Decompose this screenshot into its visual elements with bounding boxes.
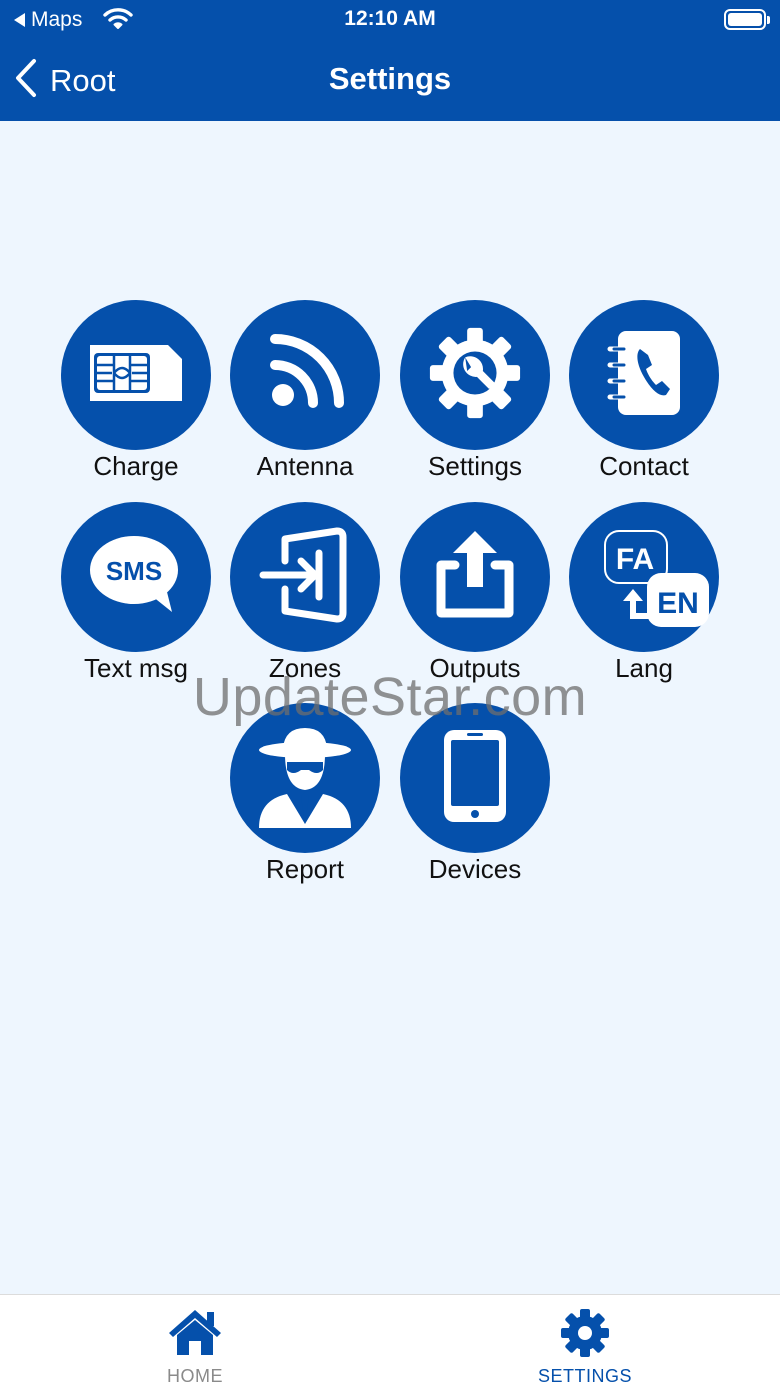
- contact-book-icon: [604, 327, 684, 424]
- tile-antenna[interactable]: Antenna: [230, 300, 380, 490]
- status-bar: Maps 12:10 AM: [0, 0, 780, 40]
- language-switch-icon: FA EN: [579, 515, 709, 640]
- tile-charge[interactable]: Charge: [61, 300, 211, 490]
- tab-settings-label: SETTINGS: [537, 1366, 632, 1386]
- tile-report[interactable]: Report: [230, 703, 380, 893]
- tab-settings[interactable]: SETTINGS: [485, 1295, 685, 1387]
- tile-label: Lang: [615, 653, 673, 683]
- tile-zones[interactable]: Zones: [230, 502, 380, 692]
- tile-label: Devices: [428, 854, 522, 884]
- lang-icon-text-b: EN: [657, 587, 699, 620]
- settings-grid: [0, 121, 780, 1294]
- tile-label: Text msg: [83, 653, 189, 683]
- tile-label: Outputs: [429, 653, 521, 683]
- sim-card-icon: [86, 341, 186, 410]
- tile-label: Contact: [599, 451, 689, 481]
- tile-label: Charge: [93, 451, 179, 481]
- lang-icon-text-a: FA: [616, 543, 654, 576]
- tile-settings[interactable]: Settings: [400, 300, 550, 490]
- tab-home-label: HOME: [167, 1366, 223, 1386]
- tablet-icon: [440, 726, 510, 831]
- battery-icon: [724, 9, 770, 30]
- rss-antenna-icon: [265, 333, 345, 418]
- zone-enter-icon: [255, 525, 355, 630]
- tile-contact[interactable]: Contact: [569, 300, 719, 490]
- upload-tray-icon: [427, 527, 523, 628]
- sms-bubble-icon: SMS: [86, 530, 186, 625]
- gear-icon: [485, 1307, 685, 1359]
- tile-label: Zones: [268, 653, 342, 683]
- page-title: Settings: [328, 61, 452, 96]
- home-icon: [95, 1307, 295, 1357]
- tile-label: Settings: [428, 451, 522, 481]
- navigation-bar: Root Settings: [0, 40, 780, 121]
- tile-label: Antenna: [256, 451, 354, 481]
- tab-bar: HOME SETTINGS: [0, 1294, 780, 1387]
- spy-agent-icon: [255, 724, 355, 833]
- status-time: 12:10 AM: [344, 7, 436, 30]
- tile-label: Report: [265, 854, 345, 884]
- gear-wrench-icon: [426, 324, 524, 427]
- tile-devices[interactable]: Devices: [400, 703, 550, 893]
- tab-home[interactable]: HOME: [95, 1295, 295, 1387]
- tile-lang[interactable]: FA EN Lang: [569, 502, 719, 692]
- tile-outputs[interactable]: Outputs: [400, 502, 550, 692]
- sms-icon-text: SMS: [106, 556, 162, 586]
- tile-text-msg[interactable]: SMS Text msg: [61, 502, 211, 692]
